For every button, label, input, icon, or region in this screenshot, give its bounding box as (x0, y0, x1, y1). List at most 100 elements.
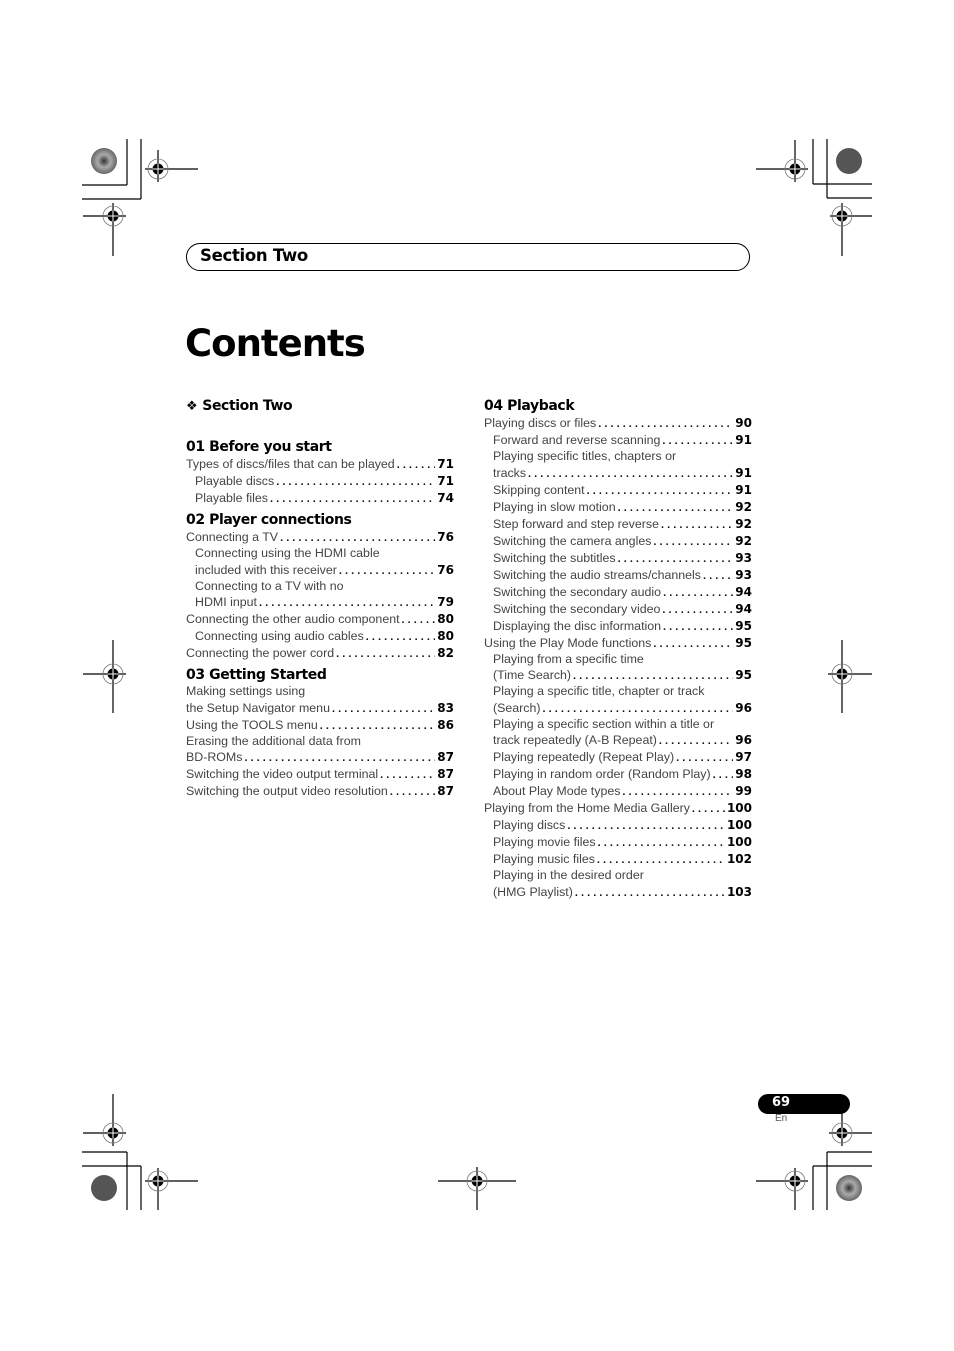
toc-entry[interactable]: Connecting using audio cables 80 (186, 628, 454, 645)
toc-entry[interactable]: Making settings using the Setup Navigator… (186, 684, 454, 717)
toc-entry-row: Playing repeatedly (Repeat Play) 97 (493, 749, 752, 766)
toc-entry[interactable]: Erasing the additional data from BD-ROMs 8… (186, 734, 454, 767)
toc-page-number: 76 (437, 562, 454, 577)
toc-page-number: 86 (437, 717, 454, 732)
toc-entry[interactable]: Playing music files 102 (484, 851, 752, 868)
toc-entry-row: Using the Play Mode functions 95 (484, 635, 752, 652)
toc-entry[interactable]: Types of discs/files that can be played 7… (186, 456, 454, 473)
toc-entry[interactable]: Connecting the power cord 82 (186, 645, 454, 662)
toc-entry[interactable]: Playing movie files 100 (484, 834, 752, 851)
toc-entry[interactable]: About Play Mode types 99 (484, 783, 752, 800)
toc-entry[interactable]: Switching the secondary video 94 (484, 601, 752, 618)
toc-entry[interactable]: Using the TOOLS menu 86 (186, 717, 454, 734)
toc-entry-row: the Setup Navigator menu 83 (186, 700, 454, 717)
toc-entry[interactable]: Step forward and step reverse 92 (484, 516, 752, 533)
toc-entry[interactable]: Playable files 74 (186, 490, 454, 507)
toc-entry[interactable]: Playing in slow motion 92 (484, 499, 752, 516)
toc-entry-row: Switching the audio streams/channels 93 (493, 567, 752, 584)
toc-entry[interactable]: Playing from a specific time (Time Search… (484, 652, 752, 685)
toc-entry[interactable]: Playing in random order (Random Play) 98 (484, 766, 752, 783)
toc-entry-row: Types of discs/files that can be played 7… (186, 456, 454, 473)
left-chapters: 01 Before you start Types of discs/files … (186, 438, 454, 800)
toc-entry[interactable]: Connecting the other audio component 80 (186, 611, 454, 628)
toc-page-number: 79 (437, 595, 454, 609)
toc-entry-row: Switching the secondary audio 94 (493, 584, 752, 601)
toc-entry-text: Playing from the Home Media Gallery (484, 801, 690, 815)
toc-entry-text: Switching the secondary video (493, 601, 661, 616)
toc-left-column: ❖ Section Two 01 Before you start Types of… (186, 397, 454, 800)
dot-leader (339, 563, 435, 580)
dot-leader (336, 646, 435, 663)
dot-leader (653, 636, 733, 653)
dot-leader (402, 612, 436, 629)
dot-leader (587, 483, 734, 500)
toc-entry-text: Playing movie files (493, 835, 596, 849)
chapter-heading: 02 Player connections (186, 512, 352, 528)
toc-entry[interactable]: Connecting using the HDMI cable included … (186, 546, 454, 579)
printer-marks (82, 139, 872, 1210)
toc-entry-row: track repeatedly (A-B Repeat) 96 (493, 732, 752, 749)
dot-leader (573, 668, 733, 685)
toc-entry-text: Switching the video output terminal (186, 767, 379, 781)
part-heading-label: Section Two (202, 398, 293, 414)
toc-entry[interactable]: Connecting to a TV with no HDMI input 79 (186, 579, 454, 612)
toc-entry-text: the Setup Navigator menu (186, 700, 330, 715)
toc-entry[interactable]: Switching the subtitles 93 (484, 550, 752, 567)
toc-entry-text: (Time Search) (493, 668, 572, 682)
toc-page-number: 80 (437, 629, 454, 643)
toc-entry-row: (HMG Playlist) 103 (493, 884, 752, 901)
toc-entry[interactable]: Displaying the disc information 95 (484, 618, 752, 635)
registration-line-bottom-center (438, 1167, 516, 1210)
color-bar-solid-bottom-left (91, 1175, 117, 1201)
toc-entry-row: Switching the video output terminal 87 (186, 766, 454, 783)
toc-entry-text: Playing from a specific time (493, 651, 644, 666)
toc-entry[interactable]: Playing discs or files 90 (484, 415, 752, 432)
toc-entry-text: Playable discs (195, 474, 275, 488)
toc-entry-text: Playing in slow motion (493, 499, 616, 514)
toc-entry-row: Playing movie files 100 (493, 834, 752, 851)
toc-entry-row: Switching the secondary video 94 (493, 601, 752, 618)
toc-entry[interactable]: Playing a specific title, chapter or tra… (484, 684, 752, 717)
toc-entry-row: Switching the subtitles 93 (493, 550, 752, 567)
toc-entry[interactable]: Playing in the desired order (HMG Playlis… (484, 868, 752, 901)
toc-entry[interactable]: Switching the audio streams/channels 93 (484, 567, 752, 584)
crop-mark-top-left (82, 139, 198, 256)
toc-entry-text: Connecting using the HDMI cable (195, 546, 380, 560)
toc-entry[interactable]: Switching the camera angles 92 (484, 533, 752, 550)
toc-entry[interactable]: Skipping content 91 (484, 482, 752, 499)
toc-page-number: 98 (735, 767, 752, 781)
toc-entry[interactable]: Forward and reverse scanning 91 (484, 432, 752, 449)
toc-page-number: 91 (735, 482, 752, 497)
registration-mark (147, 158, 169, 180)
toc-entry[interactable]: Playing a specific section within a titl… (484, 717, 752, 750)
toc-entry-row: Playing in slow motion 92 (493, 499, 752, 516)
toc-page-number: 83 (437, 700, 454, 715)
toc-entry[interactable]: Playing discs 100 (484, 817, 752, 834)
toc-entry[interactable]: Using the Play Mode functions 95 (484, 635, 752, 652)
toc-entry-text: Playing in the desired order (493, 868, 644, 882)
dot-leader (380, 767, 435, 784)
toc-page-number: 87 (437, 767, 454, 781)
toc-entry-text: (Search) (493, 700, 541, 715)
toc-entry[interactable]: Switching the video output terminal 87 (186, 766, 454, 783)
toc-entry-row: (Search) 96 (493, 700, 752, 717)
toc-entry-text: Connecting a TV (186, 530, 279, 544)
toc-entry-text: HDMI input (195, 595, 257, 609)
toc-entry[interactable]: Switching the output video resolution 87 (186, 783, 454, 800)
toc-page-number: 95 (735, 635, 752, 650)
dot-leader (528, 466, 733, 483)
toc-entry-row: Skipping content 91 (493, 482, 752, 499)
toc-entry[interactable]: Playable discs 71 (186, 473, 454, 490)
toc-entry[interactable]: Playing repeatedly (Repeat Play) 97 (484, 749, 752, 766)
toc-page-number: 99 (735, 784, 752, 798)
toc-page-number: 71 (437, 457, 454, 471)
toc-entry-text: Playing discs (493, 818, 566, 832)
toc-page-number: 103 (726, 884, 752, 899)
toc-entry[interactable]: Playing specific titles, chapters or trac… (484, 449, 752, 482)
toc-entry-text: Playing a specific title, chapter or tra… (493, 684, 705, 698)
dot-leader (390, 784, 435, 801)
toc-entry[interactable]: Connecting a TV 76 (186, 529, 454, 546)
toc-entry-row: Playable files 74 (195, 490, 454, 507)
toc-entry[interactable]: Switching the secondary audio 94 (484, 584, 752, 601)
toc-entry[interactable]: Playing from the Home Media Gallery 100 (484, 800, 752, 817)
